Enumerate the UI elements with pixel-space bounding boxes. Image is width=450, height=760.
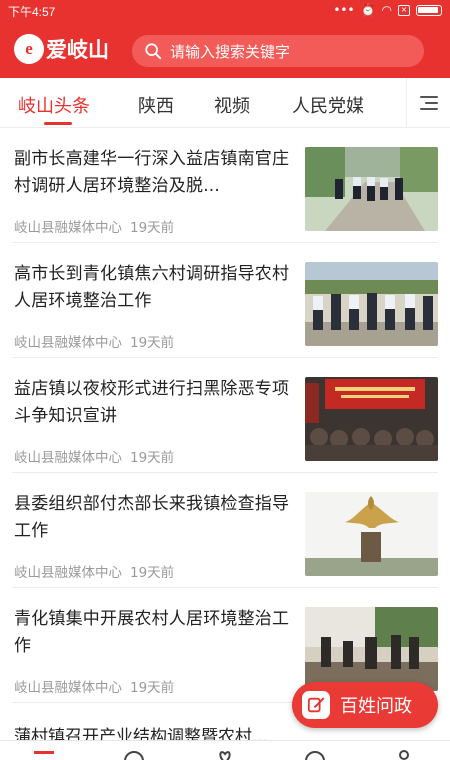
tab-qishan-headline[interactable]: 岐山头条 bbox=[18, 92, 90, 118]
home-nav-icon[interactable] bbox=[32, 749, 56, 760]
news-thumbnail bbox=[305, 262, 438, 346]
news-meta: 岐山县融媒体中心 19天前 bbox=[14, 216, 174, 236]
public-inquiry-button[interactable]: 百姓问政 bbox=[292, 682, 438, 728]
news-item[interactable]: 县委组织部付杰部长来我镇检查指导工作 岐山县融媒体中心 19天前 bbox=[12, 473, 438, 588]
news-list: 副市长高建华一行深入益店镇南官庄村调研人居环境整治及脱... 岐山县融媒体中心 1… bbox=[0, 128, 450, 703]
news-thumbnail bbox=[305, 492, 438, 576]
sim-icon: × bbox=[398, 4, 410, 16]
news-source: 岐山县融媒体中心 bbox=[14, 450, 122, 466]
news-source: 岐山县融媒体中心 bbox=[14, 565, 122, 581]
news-meta: 岐山县融媒体中心 19天前 bbox=[14, 446, 174, 466]
news-title: 青化镇集中开展农村人居环境整治工作 bbox=[14, 609, 290, 656]
menu-icon bbox=[419, 92, 438, 114]
news-source: 岐山县融媒体中心 bbox=[14, 220, 122, 236]
logo-mark: e bbox=[14, 34, 44, 64]
status-icons: ••• ⏰ ◠ × bbox=[333, 3, 442, 17]
edit-icon bbox=[302, 691, 330, 719]
news-thumbnail bbox=[305, 377, 438, 461]
battery-icon bbox=[416, 4, 442, 16]
news-meta: 岐山县融媒体中心 19天前 bbox=[14, 676, 174, 696]
news-source: 岐山县融媒体中心 bbox=[14, 680, 122, 696]
news-thumbnail bbox=[305, 607, 438, 691]
news-time: 19天前 bbox=[130, 565, 175, 581]
discover-nav-icon[interactable] bbox=[303, 749, 327, 760]
app-logo[interactable]: e 爱岐山 bbox=[14, 34, 109, 64]
heart-nav-icon[interactable] bbox=[213, 749, 237, 760]
news-title: 县委组织部付杰部长来我镇检查指导工作 bbox=[14, 494, 290, 541]
dots-icon: ••• bbox=[333, 3, 355, 17]
video-nav-icon[interactable] bbox=[122, 749, 146, 760]
news-source: 岐山县融媒体中心 bbox=[14, 335, 122, 351]
public-inquiry-label: 百姓问政 bbox=[340, 696, 412, 717]
tab-video[interactable]: 视频 bbox=[214, 92, 250, 118]
news-meta: 岐山县融媒体中心 19天前 bbox=[14, 561, 174, 581]
news-title: 益店镇以夜校形式进行扫黑除恶专项斗争知识宣讲 bbox=[14, 379, 290, 426]
news-item[interactable]: 副市长高建华一行深入益店镇南官庄村调研人居环境整治及脱... 岐山县融媒体中心 1… bbox=[12, 128, 438, 243]
app-name: 爱岐山 bbox=[46, 37, 109, 62]
search-icon bbox=[145, 43, 162, 60]
news-time: 19天前 bbox=[130, 680, 175, 696]
bottom-navigation bbox=[0, 740, 450, 760]
search-placeholder: 请输入搜索关键字 bbox=[170, 42, 291, 61]
news-item[interactable]: 益店镇以夜校形式进行扫黑除恶专项斗争知识宣讲 岐山县融媒体中心 19天前 bbox=[12, 358, 438, 473]
channel-menu-button[interactable] bbox=[406, 78, 450, 128]
tab-shaanxi[interactable]: 陕西 bbox=[138, 92, 174, 118]
channel-tabs: 岐山头条 陕西 视频 人民党媒 bbox=[0, 78, 450, 128]
profile-nav-icon[interactable] bbox=[392, 749, 416, 760]
news-title: 高市长到青化镇焦六村调研指导农村人居环境整治工作 bbox=[14, 264, 290, 311]
status-time: 下午4:57 bbox=[8, 5, 56, 19]
news-time: 19天前 bbox=[130, 220, 175, 236]
active-tab-indicator bbox=[44, 122, 72, 125]
news-title: 副市长高建华一行深入益店镇南官庄村调研人居环境整治及脱... bbox=[14, 149, 290, 196]
alarm-icon: ⏰ bbox=[360, 3, 376, 17]
status-bar: 下午4:57 ••• ⏰ ◠ × bbox=[0, 0, 450, 22]
app-header: 下午4:57 ••• ⏰ ◠ × e 爱岐山 请输入搜索关键字 bbox=[0, 0, 450, 78]
tab-peoples-party-media[interactable]: 人民党媒 bbox=[292, 92, 364, 118]
search-input[interactable]: 请输入搜索关键字 bbox=[132, 35, 424, 67]
news-time: 19天前 bbox=[130, 450, 175, 466]
news-thumbnail bbox=[305, 147, 438, 231]
wifi-icon: ◠ bbox=[381, 3, 392, 17]
news-time: 19天前 bbox=[130, 335, 175, 351]
news-item[interactable]: 高市长到青化镇焦六村调研指导农村人居环境整治工作 岐山县融媒体中心 19天前 bbox=[12, 243, 438, 358]
news-meta: 岐山县融媒体中心 19天前 bbox=[14, 331, 174, 351]
